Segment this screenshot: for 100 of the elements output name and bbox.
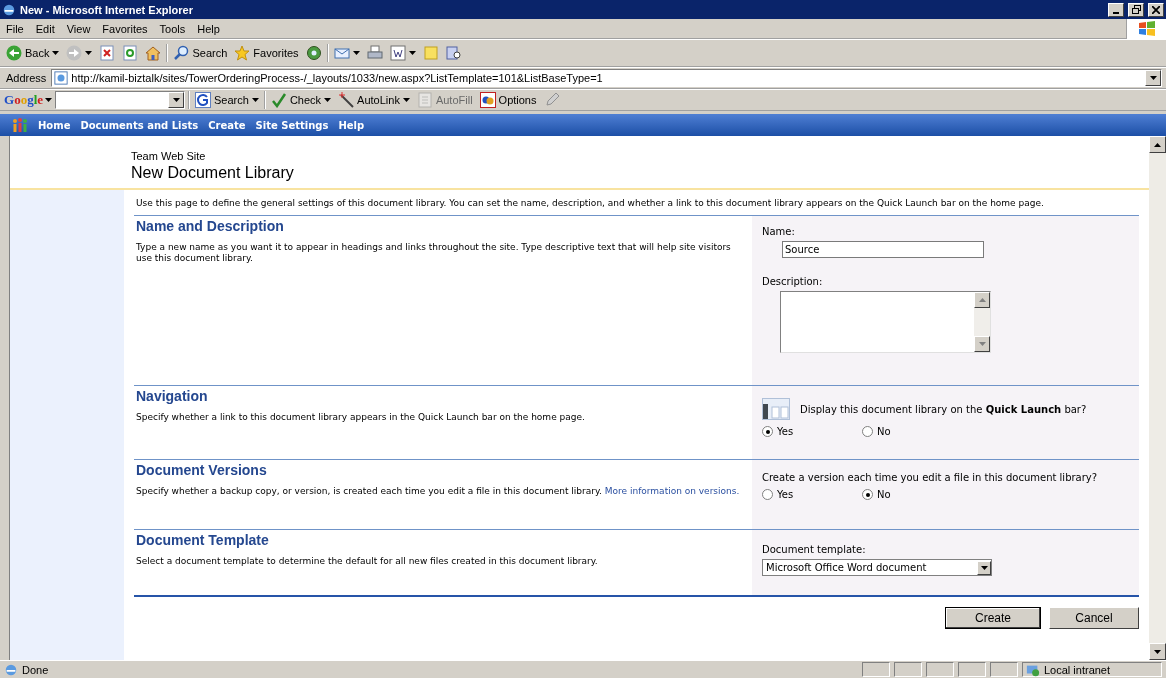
section-title: Navigation [136, 388, 209, 404]
vertical-scrollbar[interactable] [1149, 136, 1166, 660]
field-label: Document template: [762, 544, 867, 555]
menu-item[interactable]: Favorites [96, 22, 154, 35]
down-arrow-icon [1154, 649, 1161, 654]
refresh-icon [122, 45, 139, 61]
pencil-icon [543, 92, 560, 108]
section-description: Type a new name as you want it to appear in headings and links throughout the site. Type descriptive text that will help site visitors use this document library. [136, 242, 732, 264]
note-icon [422, 45, 439, 61]
media-icon [305, 45, 322, 61]
address-label: Address [5, 72, 48, 84]
windows-logo-icon [1137, 20, 1156, 37]
star-icon [234, 45, 251, 61]
search-button[interactable]: Search [171, 43, 230, 63]
favorites-button[interactable]: Favorites [232, 43, 301, 63]
down-arrow-icon [1149, 76, 1157, 80]
home-icon [145, 45, 162, 61]
radio-option[interactable]: Yes [762, 489, 862, 500]
radio-button[interactable] [862, 489, 873, 500]
name-input[interactable]: Source [782, 241, 984, 258]
form-button[interactable]: Create [945, 607, 1041, 629]
status-pane [862, 662, 890, 677]
search-button[interactable]: Search [193, 90, 261, 110]
menu-item[interactable]: Edit [29, 22, 61, 35]
search-g-icon [195, 92, 212, 108]
caret-icon [85, 51, 93, 55]
spellcheck-icon [270, 92, 287, 108]
research-icon [445, 45, 462, 61]
radio-option[interactable]: No [862, 426, 962, 437]
radio-button[interactable] [862, 426, 873, 437]
caret-icon [324, 98, 332, 102]
window-title: New - Microsoft Internet Explorer [20, 3, 194, 16]
down-arrow-icon [978, 342, 986, 346]
nav-link[interactable]: Help [338, 119, 365, 131]
caret-icon [251, 98, 259, 102]
status-text: Done [22, 663, 50, 676]
caret-icon [45, 98, 53, 102]
more-info-link[interactable]: More information on versions. [604, 486, 740, 496]
close-icon [1152, 5, 1160, 14]
radio-button[interactable] [762, 489, 773, 500]
nav-link[interactable]: Site Settings [255, 119, 329, 131]
field-label: Description: [762, 276, 824, 287]
radio-prompt: Create a version each time you edit a file in this document library? [762, 472, 1098, 483]
section-title: Document Template [136, 532, 270, 548]
section-description: Specify whether a link to this document library appears in the Quick Launch bar on the home page. [136, 412, 586, 423]
restore-button[interactable] [1128, 2, 1144, 17]
caret-icon [408, 51, 416, 55]
menu-item[interactable]: Help [191, 22, 226, 35]
radio-option[interactable]: Yes [762, 426, 862, 437]
google-logo[interactable]: Google [4, 92, 53, 108]
description-textarea[interactable] [780, 291, 991, 353]
minimize-icon [1113, 11, 1119, 14]
form-icon [416, 92, 433, 108]
up-arrow-icon [1154, 142, 1161, 147]
research-button[interactable] [443, 43, 464, 63]
status-pane [894, 662, 922, 677]
options-icon [479, 92, 496, 108]
field-label: Name: [762, 226, 796, 237]
address-field[interactable]: http://kamil-biztalk/sites/TowerOrderingProcess-/_layouts/1033/new.aspx?ListTemplate=101&ListBaseType=1 [51, 69, 1162, 87]
down-arrow-icon [172, 98, 180, 102]
form-button[interactable]: Cancel [1049, 607, 1139, 629]
menu-item[interactable]: File [0, 22, 30, 35]
minimize-button[interactable] [1108, 2, 1124, 17]
mail-icon [333, 45, 350, 61]
restore-icon [1131, 5, 1141, 14]
search-icon [173, 45, 190, 61]
menu-item[interactable]: Tools [153, 22, 192, 35]
people-icon [12, 117, 28, 133]
options-button[interactable]: Options [477, 90, 539, 110]
word-button[interactable] [387, 43, 418, 63]
stop-icon [99, 45, 116, 61]
forward-button[interactable] [64, 43, 95, 63]
up-arrow-icon [978, 298, 986, 302]
nav-link[interactable]: Create [208, 119, 246, 131]
autolink-button[interactable]: AutoLink [336, 90, 412, 110]
status-pane [990, 662, 1018, 677]
magic-wand-icon [338, 92, 355, 108]
caret-icon [402, 98, 410, 102]
radio-button[interactable] [762, 426, 773, 437]
section-title: Document Versions [136, 462, 268, 478]
quick-launch-icon [762, 398, 790, 420]
page-title: New Document Library [131, 164, 295, 182]
security-zone: Local intranet [1022, 662, 1162, 677]
caret-icon [352, 51, 360, 55]
template-dropdown[interactable]: Microsoft Office Word document [762, 559, 992, 576]
site-name: Team Web Site [131, 150, 207, 162]
document-edit-icon [389, 45, 406, 61]
nav-link[interactable]: Documents and Lists [80, 119, 199, 131]
close-button[interactable] [1148, 2, 1164, 17]
menu-item[interactable]: View [60, 22, 97, 35]
section-description: Specify whether a backup copy, or version, is created each time you edit a file in this document library. More information on versions. [136, 486, 740, 497]
google-search-field[interactable] [55, 91, 186, 109]
check-button[interactable]: Check [268, 90, 334, 110]
caret-icon [52, 51, 60, 55]
nav-link[interactable]: Home [38, 119, 71, 131]
radio-option[interactable]: No [862, 489, 962, 500]
radio-prompt: Display this document library on the Quick Launch bar? [800, 403, 1087, 415]
back-button[interactable]: Back [4, 43, 62, 63]
status-pane [958, 662, 986, 677]
printer-icon [366, 45, 383, 61]
